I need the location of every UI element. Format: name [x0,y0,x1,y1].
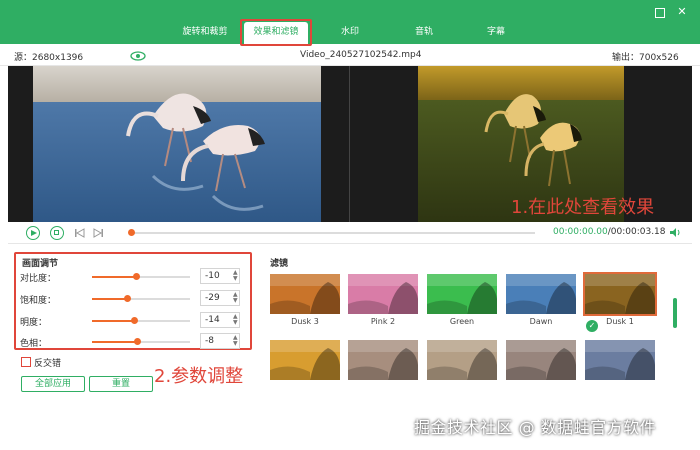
playback-controls: 00:00:00.00/00:00:03.18 [8,222,692,244]
seek-track[interactable] [130,232,535,234]
total-time: /00:00:03.18 [607,227,666,237]
contrast-row: 对比度： -10 ▲ ▼ [20,268,250,286]
seek-handle[interactable] [128,229,135,236]
filter-thumbnail[interactable] [506,274,576,314]
brightness-spinner-icon[interactable]: ▲ ▼ [233,314,238,326]
volume-icon[interactable] [669,227,681,238]
tab-audio-track[interactable]: 音轨 [404,22,444,42]
next-frame-icon[interactable] [92,228,104,238]
filters-title: 滤镜 [270,259,289,269]
stop-icon [54,230,59,235]
time-display: 00:00:00.00/00:00:03.18 [553,227,666,237]
reset-button[interactable]: 重置 [89,376,153,392]
tab-watermark[interactable]: 水印 [330,22,370,42]
filter-thumbnail[interactable] [348,340,418,380]
tab-highlight-box [240,19,312,46]
preview-annotation: 1.在此处查看效果 [511,197,655,218]
original-frame-image [33,66,321,222]
filter-label: Dusk 1 [606,317,634,326]
hue-input[interactable]: -8 ▲ ▼ [200,333,240,349]
file-name: Video_240527102542.mp4 [300,50,422,60]
tab-subtitle[interactable]: 字幕 [476,22,516,42]
saturation-row: 饱和度： -29 ▲ ▼ [20,290,250,308]
hue-value: -8 [205,336,214,346]
contrast-input[interactable]: -10 ▲ ▼ [200,268,240,284]
brightness-label: 明度： [20,318,48,328]
play-icon [31,229,37,236]
filter-thumbnail[interactable] [427,340,497,380]
saturation-label: 饱和度： [20,296,57,306]
source-resolution: 源：2680x1396 [14,53,84,63]
contrast-value: -10 [205,271,220,281]
brightness-value: -14 [205,315,220,325]
filter-thumbnail[interactable] [583,272,657,316]
saturation-fill [92,298,128,300]
watermark-text: 掘金技术社区 @ 数据蛙官方软件 [414,418,657,437]
contrast-fill [92,276,137,278]
top-tab-bar: 旋转和裁剪 效果和滤镜 水印 音轨 字幕 ✕ [0,0,700,44]
contrast-slider-handle[interactable] [133,273,141,280]
original-preview [33,66,321,222]
params-annotation: 2.参数调整 [154,366,244,387]
filter-thumbnail[interactable] [270,274,340,314]
hue-fill [92,341,138,343]
hue-spinner-icon[interactable]: ▲ ▼ [233,335,238,347]
preview-divider [349,66,350,222]
hue-label: 色相： [20,339,48,349]
saturation-value: -29 [205,293,220,303]
saturation-spinner-icon[interactable]: ▲ ▼ [233,292,238,304]
brightness-slider-handle[interactable] [131,317,139,324]
close-icon[interactable]: ✕ [676,6,688,18]
hue-row: 色相： -8 ▲ ▼ [20,333,250,351]
brightness-fill [92,320,135,322]
filter-label: Dawn [529,317,553,326]
brightness-row: 明度： -14 ▲ ▼ [20,312,250,330]
maximize-icon[interactable] [655,8,665,18]
filters-scrollbar[interactable] [673,298,677,328]
hue-slider-handle[interactable] [134,338,142,345]
deinterlace-label: 反交错 [34,359,62,369]
filter-label: Green [449,317,475,326]
filter-thumbnail[interactable] [585,340,655,380]
apply-all-button[interactable]: 全部应用 [21,376,85,392]
output-resolution: 输出：700x526 [612,53,679,63]
tab-rotate-crop[interactable]: 旋转和裁剪 [170,22,240,42]
stop-button[interactable] [50,226,64,240]
contrast-spinner-icon[interactable]: ▲ ▼ [233,270,238,282]
filter-label: Dusk 3 [291,317,319,326]
info-bar: 源：2680x1396 Video_240527102542.mp4 输出：70… [0,46,700,66]
saturation-input[interactable]: -29 ▲ ▼ [200,290,240,306]
current-time: 00:00:00.00 [553,227,608,237]
eye-icon[interactable] [130,51,146,61]
previous-frame-icon[interactable] [74,228,86,238]
contrast-label: 对比度： [20,274,57,284]
play-button[interactable] [26,226,40,240]
filter-thumbnail[interactable] [427,274,497,314]
brightness-input[interactable]: -14 ▲ ▼ [200,312,240,328]
filter-thumbnail[interactable] [270,340,340,380]
filter-thumbnail[interactable] [506,340,576,380]
deinterlace-checkbox[interactable] [21,357,31,367]
filter-label: Pink 2 [370,317,396,326]
saturation-slider-handle[interactable] [124,295,132,302]
filter-thumbnail[interactable] [348,274,418,314]
